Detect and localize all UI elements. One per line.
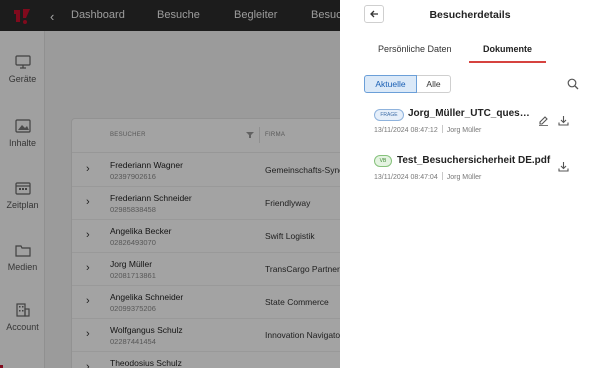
filter-aktuelle-button[interactable]: Aktuelle xyxy=(364,75,417,93)
filter-alle-button[interactable]: Alle xyxy=(417,75,451,93)
document-item[interactable]: VB Test_Besuchersicherheit DE.pdf 13/11/… xyxy=(364,152,594,186)
document-user: Jorg Müller xyxy=(446,174,482,181)
document-date: 13/11/2024 08:47:12 xyxy=(374,127,438,134)
modal-backdrop[interactable] xyxy=(0,0,340,368)
active-tab-indicator xyxy=(469,61,546,63)
document-date: 13/11/2024 08:47:04 xyxy=(374,174,438,181)
document-meta: 13/11/2024 08:47:04 Jorg Müller xyxy=(374,172,481,181)
document-type-badge: VB xyxy=(374,155,392,167)
download-icon[interactable] xyxy=(558,115,569,126)
document-user: Jorg Müller xyxy=(446,127,482,134)
tab-dokumente[interactable]: Dokumente xyxy=(483,44,532,54)
document-name[interactable]: Jorg_Müller_UTC_questionnaire xyxy=(408,108,533,119)
tab-persoenliche-daten[interactable]: Persönliche Daten xyxy=(378,44,452,54)
search-icon[interactable] xyxy=(567,78,579,90)
document-type-badge: FRAGE xyxy=(374,109,404,121)
document-name[interactable]: Test_Besuchersicherheit DE.pdf xyxy=(397,155,557,166)
edit-icon[interactable] xyxy=(538,115,549,126)
document-item[interactable]: FRAGE Jorg_Müller_UTC_questionnaire 13/1… xyxy=(364,106,594,140)
panel-title: Besucherdetails xyxy=(429,9,511,21)
download-icon[interactable] xyxy=(558,161,569,172)
document-meta: 13/11/2024 08:47:12 Jorg Müller xyxy=(374,125,481,134)
